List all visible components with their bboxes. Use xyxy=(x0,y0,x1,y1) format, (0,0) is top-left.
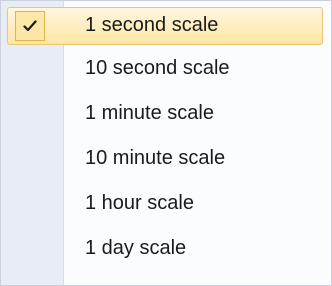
menu-item-10-second-scale[interactable]: 10 second scale xyxy=(1,46,331,91)
menu-item-label: 1 second scale xyxy=(85,14,219,36)
check-indicator xyxy=(15,11,45,41)
menu-item-list: 1 second scale 10 second scale 1 minute … xyxy=(1,1,331,271)
checkmark-icon xyxy=(23,20,37,32)
menu-item-10-minute-scale[interactable]: 10 minute scale xyxy=(1,136,331,181)
menu-item-1-hour-scale[interactable]: 1 hour scale xyxy=(1,181,331,226)
menu-item-label: 1 hour scale xyxy=(85,192,194,214)
menu-item-label: 1 minute scale xyxy=(85,102,214,124)
menu-item-1-minute-scale[interactable]: 1 minute scale xyxy=(1,91,331,136)
menu-item-label: 10 second scale xyxy=(85,57,230,79)
menu-item-label: 10 minute scale xyxy=(85,147,226,169)
time-scale-menu: 1 second scale 10 second scale 1 minute … xyxy=(0,0,332,286)
menu-item-1-day-scale[interactable]: 1 day scale xyxy=(1,226,331,271)
menu-item-1-second-scale[interactable]: 1 second scale xyxy=(1,1,331,46)
menu-item-label: 1 day scale xyxy=(85,237,187,259)
